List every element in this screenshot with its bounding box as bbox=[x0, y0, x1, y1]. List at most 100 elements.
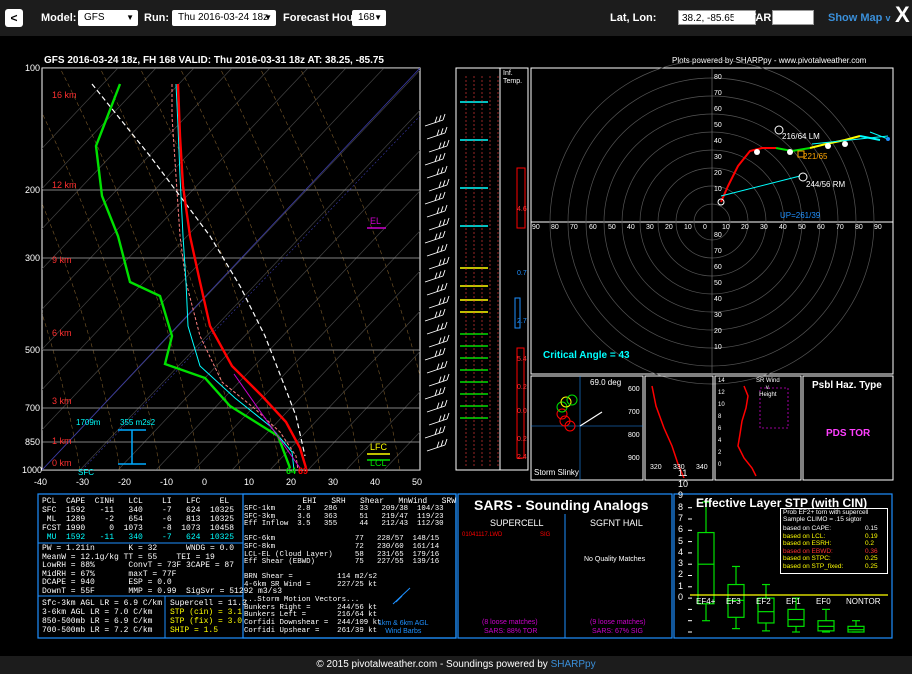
kinematic-row: 4-6km SR Wind = 227/25 kt bbox=[244, 581, 378, 589]
hodo-tick-label: 30 bbox=[760, 224, 768, 231]
fh-value: 168 bbox=[358, 12, 375, 23]
dry-adiabat bbox=[259, 68, 401, 470]
right-mover-label: 244/56 RM bbox=[806, 180, 846, 189]
stp-y-label: 1 bbox=[678, 580, 684, 591]
dry-adiabat bbox=[42, 312, 81, 470]
forecast-hour-select[interactable]: 168 ▼ bbox=[352, 10, 386, 26]
wind-barb bbox=[428, 412, 450, 426]
pressure-label: 850 bbox=[24, 437, 40, 447]
sr-km-label: 8 bbox=[718, 414, 722, 420]
sounding-panel: GFS 2016-03-24 18z, FH 168 VALID: Thu 20… bbox=[0, 36, 912, 656]
wind-barb bbox=[428, 373, 450, 387]
wind-barb bbox=[424, 308, 446, 322]
wind-barb bbox=[426, 282, 448, 296]
dry-adiabat bbox=[299, 68, 420, 378]
stp-y-label: 6 bbox=[678, 524, 684, 535]
stp-y-label: 4 bbox=[678, 546, 684, 557]
hodo-tick-label: 70 bbox=[570, 224, 578, 231]
hodo-ring-label: 20 bbox=[714, 170, 722, 177]
show-map-button[interactable]: Show Map v bbox=[828, 12, 890, 24]
hodo-tick-label: 10 bbox=[722, 224, 730, 231]
pressure-label: 1000 bbox=[22, 465, 43, 475]
slinky-circles bbox=[556, 394, 578, 432]
share-icon[interactable]: < bbox=[5, 9, 23, 27]
inflow-value: 4.6 bbox=[517, 206, 527, 213]
sars-match: 01041117.LWD bbox=[462, 532, 503, 538]
metar-label: METAR: bbox=[733, 12, 775, 24]
theta-x-label: 320 bbox=[650, 464, 662, 471]
dry-adiabat bbox=[42, 112, 161, 470]
hodo-ring-label: 50 bbox=[714, 122, 722, 129]
wind-barbs-label: 1km & 6km AGL Wind Barbs bbox=[378, 620, 429, 635]
close-icon[interactable]: X bbox=[895, 2, 910, 28]
thermo-row: FCST 1990 0 1073 -8 1073 10458 bbox=[42, 524, 235, 533]
latlon-label: Lat, Lon: bbox=[610, 12, 657, 24]
legend-row-label: based on EBWD: bbox=[783, 547, 833, 555]
hodo-tick-label: 0 bbox=[703, 224, 707, 231]
chevron-down-icon: v bbox=[885, 13, 891, 23]
sr-km-label: 0 bbox=[718, 462, 722, 468]
inflow-value: 2.7 bbox=[517, 318, 527, 325]
hodo-tick-label: 50 bbox=[798, 224, 806, 231]
wind-barbs bbox=[424, 113, 450, 452]
inflow-value: 5.4 bbox=[517, 356, 527, 363]
stp-box bbox=[757, 583, 775, 632]
footer: © 2015 pivotalweather.com - Soundings po… bbox=[0, 656, 912, 674]
hodo-point bbox=[754, 149, 760, 155]
sars-tor: SARS: 88% TOR bbox=[484, 628, 538, 635]
sfc-temp-label: 69 bbox=[298, 466, 309, 476]
stp-x-label: NONTOR bbox=[846, 597, 881, 606]
wind-barb bbox=[424, 347, 446, 361]
sr-wind-title: SR Wind v. Height bbox=[756, 378, 780, 398]
run-select[interactable]: Thu 2016-03-24 18z ▼ bbox=[172, 10, 276, 26]
pressure-label: 300 bbox=[24, 253, 40, 263]
hodo-tick-label: 60 bbox=[817, 224, 825, 231]
hodo-ring-label: 60 bbox=[714, 106, 722, 113]
sharppy-link[interactable]: SHARPpy bbox=[551, 659, 596, 670]
sars-hail-sig: SARS: 67% SIG bbox=[592, 628, 643, 635]
wind-barb bbox=[428, 295, 450, 309]
hodo-ring-label: 40 bbox=[714, 296, 722, 303]
kinematic-row: Corfidi Upshear = 261/39 kt bbox=[244, 626, 378, 635]
stp-y-label: 9 bbox=[678, 490, 684, 501]
hodo-ring-label: 60 bbox=[714, 264, 722, 271]
theta-p-label: 700 bbox=[628, 409, 640, 416]
stp-y-label: 5 bbox=[678, 535, 684, 546]
model-value: GFS bbox=[84, 12, 105, 23]
hodo-ring-label: 40 bbox=[714, 138, 722, 145]
legend-row-label: based on CAPE: bbox=[783, 525, 832, 532]
temp-axis-label: 50 bbox=[412, 477, 423, 487]
pressure-label: 200 bbox=[24, 185, 40, 195]
stp-x-label: EF2 bbox=[756, 597, 771, 606]
stp-x-label: EF3 bbox=[726, 597, 741, 606]
sr-km-label: 2 bbox=[718, 450, 722, 456]
temp-axis-label: 0 bbox=[202, 477, 208, 487]
inflow-value: 0.2 bbox=[517, 436, 527, 443]
wind-barb bbox=[424, 113, 446, 127]
height-label: 6 km bbox=[52, 328, 72, 338]
model-select[interactable]: GFS ▼ bbox=[78, 10, 138, 26]
lfc-label: LFC bbox=[370, 442, 388, 452]
wind-barb bbox=[428, 178, 450, 192]
hodo-tick-label: 80 bbox=[551, 224, 559, 231]
theta-p-label: 800 bbox=[628, 432, 640, 439]
left-mover-label: 216/64 LM bbox=[782, 132, 820, 141]
hodo-tick-label: 10 bbox=[684, 224, 692, 231]
inflow-temp-title: Inf. Temp. bbox=[503, 70, 523, 85]
hodo-tick-label: 40 bbox=[779, 224, 787, 231]
height-label: 1 km bbox=[52, 436, 72, 446]
forecast-hour-label: Forecast Hour: bbox=[283, 12, 362, 24]
stp-x-label: EF4+ bbox=[696, 597, 716, 606]
dry-adiabat bbox=[219, 68, 361, 470]
height-label: 9 km bbox=[52, 255, 72, 265]
sars-loose-hail: (9 loose matches) bbox=[590, 619, 646, 626]
metar-input[interactable] bbox=[772, 10, 814, 25]
stp-cin-value: STP (cin) = 3.1 bbox=[170, 608, 243, 617]
wind-barb bbox=[426, 204, 448, 218]
stp-y-label: 11 bbox=[678, 467, 688, 478]
stp-y-label: 3 bbox=[678, 558, 684, 569]
upshear-marker bbox=[886, 137, 890, 141]
wind-barb bbox=[426, 126, 448, 140]
stp-x-label: EF0 bbox=[816, 597, 831, 606]
wind-barb bbox=[424, 386, 446, 400]
